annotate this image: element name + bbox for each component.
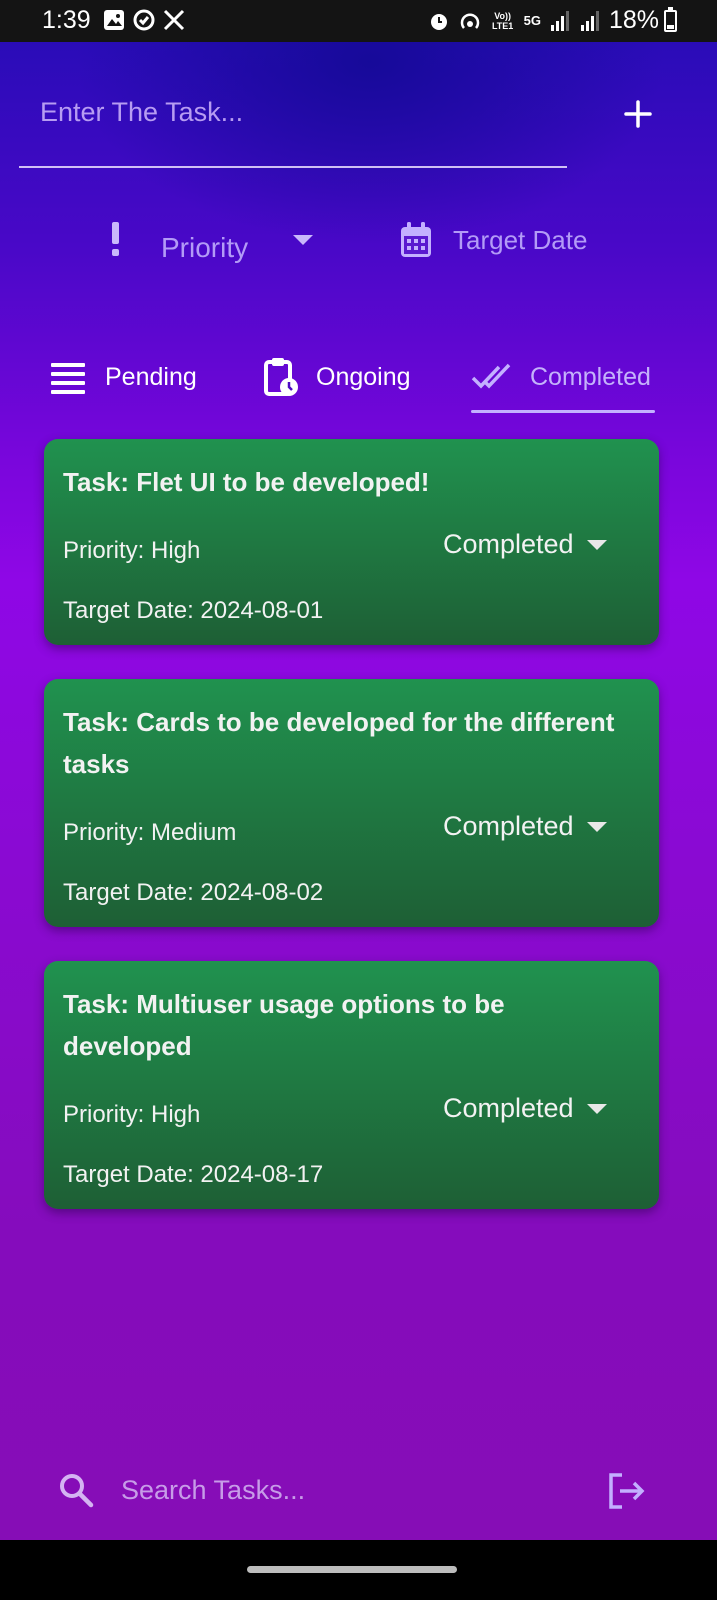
battery-percent: 18% xyxy=(608,6,659,34)
status-tabs: Pending Ongoing Completed xyxy=(0,342,717,414)
system-nav-bar xyxy=(0,1540,717,1600)
task-card: Task: Flet UI to be developed! Priority:… xyxy=(44,439,659,645)
status-right: Vo)) LTE1 5G 18% xyxy=(428,6,659,35)
sync-icon xyxy=(133,9,155,31)
task-title: Task: Cards to be developed for the diff… xyxy=(63,707,615,779)
gallery-icon xyxy=(104,10,124,30)
tab-completed[interactable]: Completed xyxy=(471,342,651,412)
task-status-value: Completed xyxy=(443,1093,574,1123)
volte-label: Vo)) LTE1 xyxy=(491,10,514,31)
list-icon xyxy=(51,363,85,394)
task-status-dropdown[interactable]: Completed xyxy=(443,529,608,560)
hotspot-icon xyxy=(460,12,479,29)
task-title: Task: Multiuser usage options to be deve… xyxy=(63,989,505,1061)
exclamation-icon xyxy=(112,222,119,256)
task-card: Task: Multiuser usage options to be deve… xyxy=(44,961,659,1209)
tab-completed-label: Completed xyxy=(530,362,651,391)
priority-date-row: Priority Target Date xyxy=(0,212,717,282)
calendar-icon xyxy=(401,222,431,257)
tab-indicator xyxy=(471,410,655,413)
plus-icon[interactable] xyxy=(618,94,658,134)
task-status-value: Completed xyxy=(443,811,574,841)
task-target-date: Target Date: 2024-08-02 xyxy=(63,879,324,906)
status-time: 1:39 xyxy=(42,6,91,34)
tab-pending[interactable]: Pending xyxy=(50,342,197,412)
task-priority: Priority: High xyxy=(63,1101,201,1128)
home-indicator[interactable] xyxy=(247,1566,457,1573)
search-icon xyxy=(60,1474,94,1508)
app-screen: Priority Target Date Pending xyxy=(0,42,717,1540)
tab-ongoing[interactable]: Ongoing xyxy=(263,342,411,412)
chevron-down-icon xyxy=(586,539,607,550)
task-card: Task: Cards to be developed for the diff… xyxy=(44,679,659,927)
signal-icon xyxy=(550,10,569,31)
x-logo-icon xyxy=(163,9,185,31)
double-check-icon xyxy=(471,363,511,389)
tab-pending-label: Pending xyxy=(105,362,197,391)
target-date-button[interactable]: Target Date xyxy=(399,218,587,262)
chevron-down-icon[interactable] xyxy=(292,234,314,246)
clipboard-clock-icon xyxy=(264,358,298,396)
search-input[interactable] xyxy=(110,1470,570,1510)
priority-dropdown[interactable]: Priority xyxy=(161,232,248,264)
task-status-dropdown[interactable]: Completed xyxy=(443,811,608,842)
target-date-label: Target Date xyxy=(453,224,588,255)
network-label: 5G xyxy=(523,12,541,28)
signal-icon xyxy=(580,10,599,31)
task-target-date: Target Date: 2024-08-01 xyxy=(63,597,324,624)
task-status-dropdown[interactable]: Completed xyxy=(443,1093,608,1124)
task-input[interactable] xyxy=(19,92,567,132)
task-title: Task: Flet UI to be developed! xyxy=(63,467,430,497)
chevron-down-icon xyxy=(586,1103,607,1114)
task-priority: Priority: High xyxy=(63,537,201,564)
chevron-down-icon xyxy=(586,821,607,832)
alarm-icon xyxy=(430,13,447,30)
task-input-field[interactable] xyxy=(19,92,567,168)
task-target-date: Target Date: 2024-08-17 xyxy=(63,1161,324,1188)
task-priority: Priority: Medium xyxy=(63,819,237,846)
task-status-value: Completed xyxy=(443,529,574,559)
tab-ongoing-label: Ongoing xyxy=(316,362,411,391)
search-bar xyxy=(0,1452,717,1528)
logout-icon[interactable] xyxy=(606,1472,646,1510)
battery-icon xyxy=(664,7,677,32)
status-bar: 1:39 Vo)) LTE1 5G 18% xyxy=(0,0,717,42)
task-list: Task: Flet UI to be developed! Priority:… xyxy=(44,439,659,1243)
status-left-icons xyxy=(103,9,185,31)
